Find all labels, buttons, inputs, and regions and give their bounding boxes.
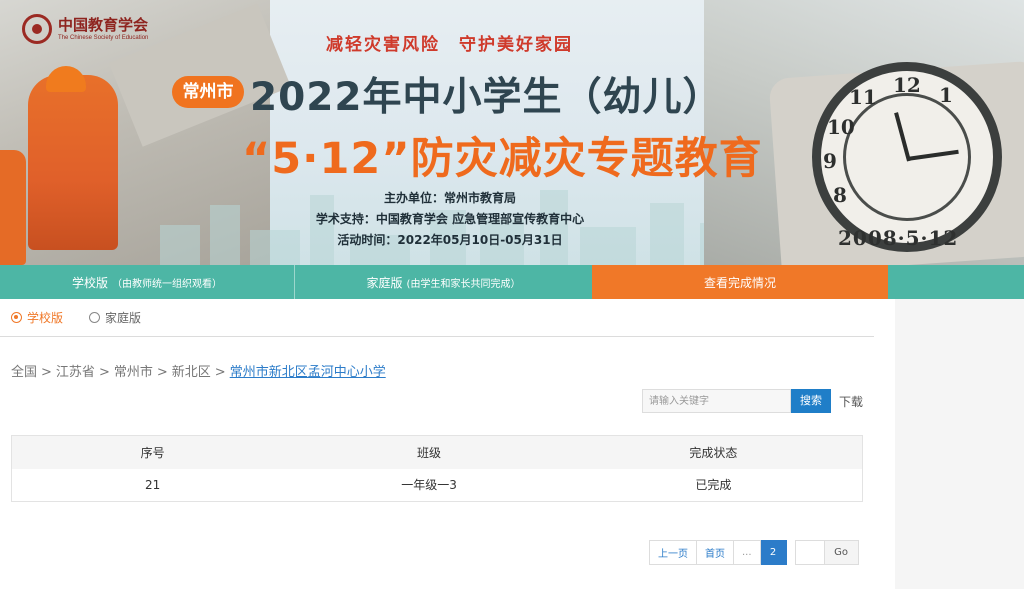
breadcrumb-separator: > [214, 365, 226, 380]
support-text: 学术支持：中国教育学会 应急管理部宣传教育中心 [315, 212, 585, 226]
radio-family-version[interactable]: 家庭版 [89, 309, 141, 326]
logo: 中国教育学会 The Chinese Society of Education [22, 14, 148, 44]
activity-time-text: 活动时间：2022年05月10日-05月31日 [337, 233, 563, 247]
rescuer-figure [28, 75, 118, 250]
page: 12 1 11 10 9 8 2008·5·12 中国教育学会 The Chin… [0, 0, 1024, 589]
banner-info: 主办单位：常州市教育局 学术支持：中国教育学会 应急管理部宣传教育中心 活动时间… [300, 188, 600, 251]
activity-banner: 12 1 11 10 9 8 2008·5·12 中国教育学会 The Chin… [0, 0, 1024, 265]
breadcrumb-separator: > [41, 365, 52, 380]
banner-title-line2: “5·12”防灾减灾专题教育 [242, 134, 763, 184]
clock-number: 11 [849, 85, 877, 109]
current-page-button[interactable]: 2 [760, 540, 787, 565]
memorial-date: 2008·5·12 [838, 226, 959, 250]
city-badge: 常州市 [172, 76, 244, 108]
column-header-class: 班级 [293, 435, 565, 469]
search-bar: 搜索 下载 [642, 389, 863, 413]
banner-slogan: 减轻灾害风险 守护美好家园 [326, 35, 573, 55]
prev-page-button[interactable]: 上一页 [649, 540, 697, 565]
search-button[interactable]: 搜索 [791, 389, 831, 413]
radio-checked-icon [11, 312, 22, 323]
first-page-button[interactable]: 首页 [697, 540, 734, 565]
table-header-row: 序号 班级 完成状态 [11, 435, 863, 469]
radio-label: 学校版 [27, 311, 64, 325]
radio-unchecked-icon [89, 312, 101, 323]
completion-table: 序号 班级 完成状态 21 一年级一3 已完成 [11, 435, 863, 502]
main-tab-bar: 学校版 （由教师统一组织观看） 家庭版 (由学生和家长共同完成） 查看完成情况 [0, 265, 1024, 299]
cell-index: 21 [144, 477, 161, 492]
breadcrumb-item[interactable]: 全国 [11, 365, 37, 380]
pagination: 上一页 首页 ... 2 Go [649, 540, 859, 565]
clock-number: 9 [823, 149, 837, 173]
page-jump: Go [794, 540, 859, 565]
tab-label: 查看完成情况 [703, 275, 776, 290]
cell-status: 已完成 [695, 478, 732, 493]
cell-class: 一年级一3 [401, 478, 457, 493]
organizer-text: 主办单位：常州市教育局 [383, 191, 516, 205]
go-button[interactable]: Go [824, 540, 859, 565]
tab-note: （由教师统一组织观看） [112, 278, 222, 290]
clock-icon: 12 1 11 10 9 8 [812, 62, 1002, 252]
tab-family-version[interactable]: 家庭版 (由学生和家长共同完成） [294, 265, 592, 299]
logo-emblem-icon [22, 14, 52, 44]
breadcrumb: 全国 > 江苏省 > 常州市 > 新北区 > 常州市新北区孟河中心小学 [11, 361, 386, 380]
banner-title-line1: 2022年中小学生（幼儿） [250, 75, 723, 120]
tab-label: 家庭版 [366, 275, 403, 290]
logo-english-name: The Chinese Society of Education [58, 34, 149, 41]
rescuer-figure-partial [0, 150, 26, 265]
page-jump-input[interactable] [794, 540, 825, 565]
tab-note: (由学生和家长共同完成） [406, 278, 521, 290]
breadcrumb-item[interactable]: 常州市 [114, 365, 153, 380]
tab-label: 学校版 [71, 275, 108, 290]
logo-chinese-name: 中国教育学会 [58, 15, 149, 34]
table-row: 21 一年级一3 已完成 [12, 469, 863, 502]
download-link[interactable]: 下载 [839, 393, 863, 410]
clock-number: 1 [939, 83, 953, 107]
clock-number: 12 [893, 73, 921, 97]
version-switcher: 学校版 家庭版 [0, 299, 874, 337]
breadcrumb-item[interactable]: 新北区 [172, 365, 211, 380]
search-input[interactable] [642, 389, 791, 413]
pagination-ellipsis: ... [734, 540, 761, 565]
tab-school-version[interactable]: 学校版 （由教师统一组织观看） [0, 265, 294, 299]
breadcrumb-separator: > [156, 365, 168, 380]
right-side-panel [895, 299, 1024, 589]
clock-number: 8 [833, 183, 847, 207]
radio-label: 家庭版 [105, 311, 142, 325]
radio-school-version[interactable]: 学校版 [11, 309, 63, 326]
column-header-status: 完成状态 [564, 435, 863, 469]
clock-number: 10 [827, 115, 855, 139]
breadcrumb-separator: > [98, 365, 110, 380]
breadcrumb-item[interactable]: 江苏省 [56, 365, 95, 380]
tab-view-completion[interactable]: 查看完成情况 [592, 265, 888, 299]
breadcrumb-current-school[interactable]: 常州市新北区孟河中心小学 [230, 365, 386, 380]
column-header-index: 序号 [11, 435, 294, 469]
